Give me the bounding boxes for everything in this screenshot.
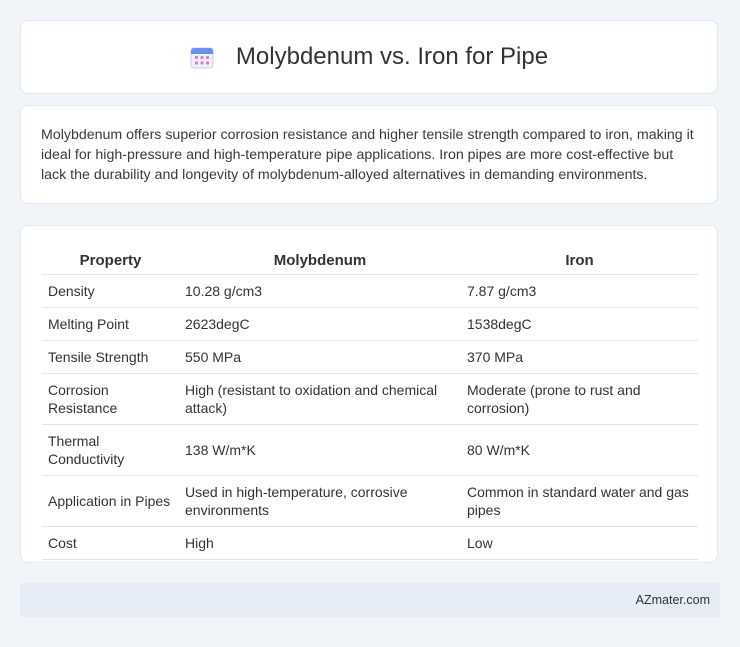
table-row: Melting Point 2623degC 1538degC [42,307,698,341]
table-row: Cost High Low [42,526,698,560]
property-cell: Tensile Strength [42,340,179,374]
column-header-molybdenum: Molybdenum [179,246,461,275]
property-cell: Cost [42,526,179,560]
property-cell: Corrosion Resistance [42,373,179,425]
intro-card: Molybdenum offers superior corrosion res… [20,105,718,204]
page-title: Molybdenum vs. Iron for Pipe [235,43,549,70]
molybdenum-cell: High (resistant to oxidation and chemica… [179,373,461,425]
column-header-iron: Iron [461,246,698,275]
molybdenum-cell: 10.28 g/cm3 [179,274,461,308]
comparison-table: Property Molybdenum Iron Density 10.28 g… [42,246,698,560]
molybdenum-cell: Used in high-temperature, corrosive envi… [179,475,461,527]
table-row: Application in Pipes Used in high-temper… [42,475,698,527]
intro-text: Molybdenum offers superior corrosion res… [41,127,694,183]
header-card: Molybdenum vs. Iron for Pipe [20,20,718,94]
iron-cell: Moderate (prone to rust and corrosion) [461,373,698,425]
property-cell: Density [42,274,179,308]
table-header-row: Property Molybdenum Iron [42,246,698,275]
molybdenum-cell: 550 MPa [179,340,461,374]
iron-cell: 1538degC [461,307,698,341]
table-row: Tensile Strength 550 MPa 370 MPa [42,340,698,374]
table-row: Corrosion Resistance High (resistant to … [42,373,698,425]
iron-cell: 80 W/m*K [461,424,698,476]
calendar-icon [190,45,214,69]
iron-cell: Common in standard water and gas pipes [461,475,698,527]
table-row: Density 10.28 g/cm3 7.87 g/cm3 [42,274,698,308]
iron-cell: 7.87 g/cm3 [461,274,698,308]
molybdenum-cell: 2623degC [179,307,461,341]
molybdenum-cell: High [179,526,461,560]
column-header-property: Property [42,246,179,275]
molybdenum-cell: 138 W/m*K [179,424,461,476]
comparison-table-card: Property Molybdenum Iron Density 10.28 g… [20,225,718,563]
property-cell: Melting Point [42,307,179,341]
table-row: Thermal Conductivity 138 W/m*K 80 W/m*K [42,424,698,476]
iron-cell: Low [461,526,698,560]
iron-cell: 370 MPa [461,340,698,374]
footer-brand: AZmater.com [635,593,710,607]
footer: AZmater.com [20,583,720,617]
property-cell: Application in Pipes [42,475,179,527]
property-cell: Thermal Conductivity [42,424,179,476]
